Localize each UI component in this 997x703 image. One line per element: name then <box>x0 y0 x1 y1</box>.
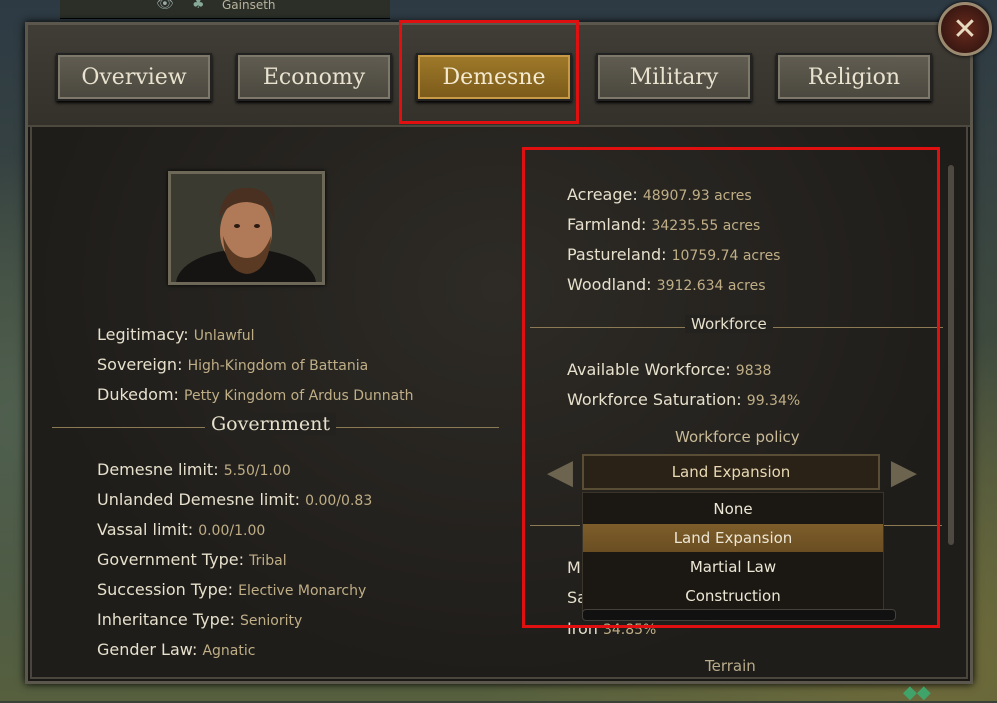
legitimacy-label: Legitimacy: <box>97 325 189 344</box>
settlement-name[interactable]: Gainseth <box>222 0 276 12</box>
terrain-title: Terrain <box>705 657 756 675</box>
vassal-limit-row: Vassal limit: 0.00/1.00 <box>97 520 265 539</box>
dukedom-row: Dukedom: Petty Kingdom of Ardus Dunnath <box>97 385 414 404</box>
dukedom-label: Dukedom: <box>97 385 179 404</box>
demesne-limit-value: 5.50/1.00 <box>223 463 291 479</box>
legitimacy-value: Unlawful <box>193 328 255 344</box>
sovereign-label: Sovereign: <box>97 355 183 374</box>
gender-law-value: Agnatic <box>202 643 256 659</box>
sovereign-row: Sovereign: High-Kingdom of Battania <box>97 355 368 374</box>
ruler-portrait[interactable] <box>168 171 325 285</box>
succession-type-label: Succession Type: <box>97 580 234 599</box>
unlanded-demesne-limit-value: 0.00/0.83 <box>305 493 373 509</box>
highlight-box-tab <box>399 20 579 124</box>
government-type-label: Government Type: <box>97 550 245 569</box>
eye-icon[interactable]: 👁 <box>156 0 174 12</box>
portrait-image <box>171 174 322 282</box>
dukedom-value: Petty Kingdom of Ardus Dunnath <box>184 388 414 404</box>
vassal-limit-value: 0.00/1.00 <box>198 523 266 539</box>
vassal-limit-label: Vassal limit: <box>97 520 194 539</box>
gender-law-label: Gender Law: <box>97 640 198 659</box>
tab-military[interactable]: Military <box>596 53 752 101</box>
tab-overview[interactable]: Overview <box>56 53 212 101</box>
government-title: Government <box>205 413 337 435</box>
gender-law-row: Gender Law: Agnatic <box>97 640 255 659</box>
inheritance-type-row: Inheritance Type: Seniority <box>97 610 302 629</box>
sovereign-value: High-Kingdom of Battania <box>187 358 369 374</box>
government-type-value: Tribal <box>249 553 287 569</box>
tree-icon: ♣ <box>192 0 205 12</box>
government-type-row: Government Type: Tribal <box>97 550 287 569</box>
panel-scrollbar[interactable] <box>948 165 954 545</box>
unlanded-demesne-limit-row: Unlanded Demesne limit: 0.00/0.83 <box>97 490 372 509</box>
demesne-limit-row: Demesne limit: 5.50/1.00 <box>97 460 291 479</box>
succession-type-value: Elective Monarchy <box>238 583 367 599</box>
legitimacy-row: Legitimacy: Unlawful <box>97 325 255 344</box>
inheritance-type-label: Inheritance Type: <box>97 610 235 629</box>
close-icon[interactable]: ✕ <box>938 2 992 56</box>
tab-economy[interactable]: Economy <box>236 53 392 101</box>
tab-religion[interactable]: Religion <box>776 53 932 101</box>
inheritance-type-value: Seniority <box>240 613 303 629</box>
unlanded-demesne-limit-label: Unlanded Demesne limit: <box>97 490 301 509</box>
highlight-box-right <box>522 147 940 628</box>
top-strip: 👁 ♣ Gainseth <box>60 0 390 19</box>
succession-type-row: Succession Type: Elective Monarchy <box>97 580 366 599</box>
map-corner-icon: ◆◆ <box>903 682 931 703</box>
demesne-limit-label: Demesne limit: <box>97 460 219 479</box>
